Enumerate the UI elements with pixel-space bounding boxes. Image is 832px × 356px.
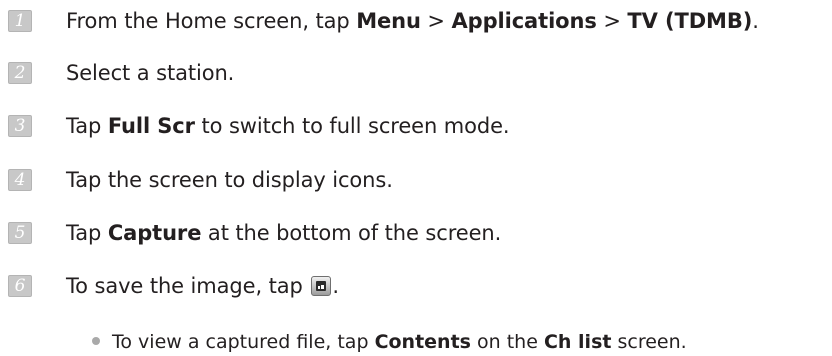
full-scr-term: Full Scr (107, 114, 195, 138)
bullet-icon (92, 337, 100, 345)
step-text: From the Home screen, tap Menu > Applica… (66, 9, 759, 33)
step-text: Tap Capture at the bottom of the screen. (66, 221, 502, 245)
save-image-icon (311, 276, 332, 296)
step-text: Tap Full Scr to switch to full screen mo… (66, 114, 510, 138)
manual-page: 1 From the Home screen, tap Menu > Appli… (0, 0, 832, 356)
step-number-badge: 2 (8, 62, 32, 84)
step-number-badge: 1 (8, 10, 32, 32)
step-text: To save the image, tap . (66, 274, 339, 298)
capture-term: Capture (107, 221, 202, 245)
contents-term: Contents (374, 331, 471, 353)
applications-term: Applications (451, 9, 597, 33)
step-text: Tap the screen to display icons. (66, 168, 393, 192)
ch-list-term: Ch list (543, 331, 612, 353)
menu-term: Menu (356, 9, 421, 33)
step-number-badge: 3 (8, 115, 32, 137)
step-number-badge: 6 (8, 275, 32, 297)
note-bullet-item: To view a captured file, tap Contents on… (92, 330, 687, 354)
step-text: Select a station. (66, 61, 235, 85)
tv-tdmb-term: TV (TDMB) (627, 9, 753, 33)
step-number-badge: 4 (8, 169, 32, 191)
step-number-badge: 5 (8, 222, 32, 244)
